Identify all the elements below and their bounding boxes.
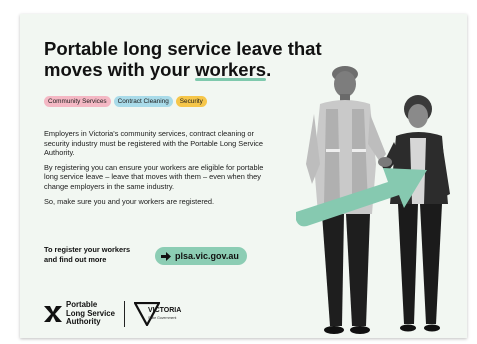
tag-security: Security bbox=[175, 96, 207, 107]
plsa-logo-text: Portable Long Service Authority bbox=[66, 301, 115, 326]
plsa-logo-icon bbox=[44, 306, 62, 322]
victoria-wordmark: VICTORIA bbox=[147, 306, 182, 314]
website-url: plsa.vic.gov.au bbox=[175, 251, 239, 261]
logos: Portable Long Service Authority VICTORIA… bbox=[44, 301, 181, 327]
handshake-shape bbox=[378, 157, 392, 167]
register-line2: and find out more bbox=[44, 254, 107, 264]
workers-photo bbox=[296, 66, 450, 334]
headline-line2-prefix: moves with your bbox=[44, 59, 196, 80]
register-line1: To register your workers bbox=[44, 245, 131, 254]
body-paragraph-1: Employers in Victoria's community servic… bbox=[44, 129, 263, 158]
victoria-logo-text: VICTORIA State Government bbox=[148, 307, 181, 322]
body-text: Employers in Victoria's community servic… bbox=[44, 129, 269, 211]
victoria-subtitle: State Government bbox=[147, 315, 177, 320]
body-paragraph-2: By registering you can ensure your worke… bbox=[44, 162, 264, 191]
tag-contract-cleaning: Contract Cleaning bbox=[113, 96, 173, 107]
worker-woman-figure bbox=[382, 95, 450, 332]
headline-line2-suffix: . bbox=[266, 59, 272, 80]
arrow-right-icon bbox=[161, 251, 171, 261]
body-paragraph-3: So, make sure you and your workers are r… bbox=[44, 196, 215, 206]
logo-divider bbox=[123, 301, 125, 327]
industry-tags: Community Services Contract Cleaning Sec… bbox=[44, 96, 207, 107]
headline-line1: Portable long service leave that bbox=[44, 38, 322, 59]
register-text: To register your workers and find out mo… bbox=[44, 245, 159, 264]
website-link[interactable]: plsa.vic.gov.au bbox=[155, 247, 247, 265]
plsa-line3: Authority bbox=[66, 317, 101, 327]
poster: Portable long service leave that moves w… bbox=[20, 14, 467, 338]
tag-community-services: Community Services bbox=[44, 96, 111, 107]
headline-highlight: workers bbox=[195, 59, 267, 81]
